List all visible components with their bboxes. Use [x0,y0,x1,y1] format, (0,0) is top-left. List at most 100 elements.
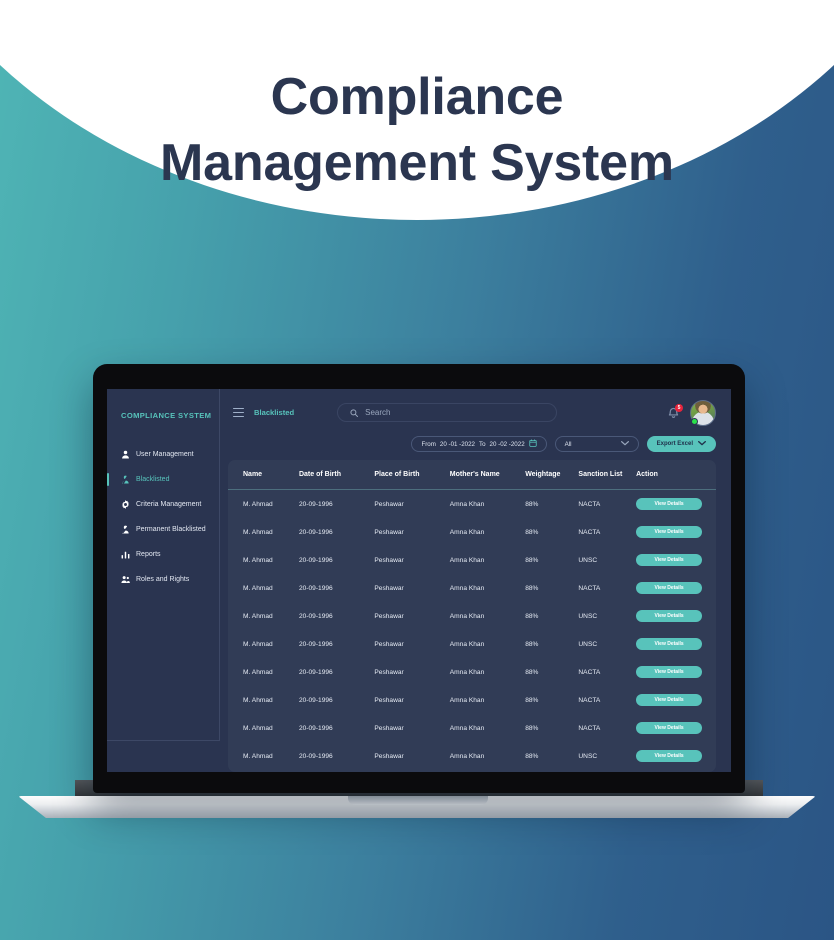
cell-mothers-name: Amna Khan [449,556,485,564]
cell-weightage: 88% [525,696,539,704]
column-header-sanction-list: Sanction List [578,460,637,491]
cell-name: M. Ahmad [243,612,273,620]
table-header-row: Name Date of Birth Place of Birth Mother… [228,460,716,491]
cell-sanction-list: NACTA [578,500,601,508]
sidebar-item-permanent-blacklisted[interactable]: Permanent Blacklisted [107,519,219,540]
cell-date-of-birth: 20-09-1996 [298,612,333,620]
table-row: M. Ahmad 20-09-1996 Peshawar Amna Khan 88% UN… [228,742,716,770]
blacklist-table-card: Name Date of Birth Place of Birth Mother… [228,460,716,772]
table-row: M. Ahmad 20-09-1996 Peshawar Amna Khan 88% UN… [228,602,716,630]
view-details-button[interactable]: View Details [636,610,703,623]
column-header-date-of-birth: Date of Birth [298,460,375,491]
user-permanent-icon [121,525,130,534]
cell-mothers-name: Amna Khan [449,584,485,592]
sidebar-item-user-management[interactable]: User Management [107,444,219,465]
cell-weightage: 88% [525,556,539,564]
notifications-button[interactable]: 5 [667,403,683,420]
filter-bar: From 20 -01 -2022 To 20 -02 -2022 All Ex… [220,436,731,460]
application-window: COMPLIANCE SYSTEM User Management Blackl… [107,389,731,772]
search-input[interactable]: Search [337,403,558,423]
cell-place-of-birth: Peshawar [374,584,404,592]
sidebar-item-label: Permanent Blacklisted [136,526,206,533]
column-header-action: Action [636,460,716,491]
export-excel-button[interactable]: Export Excel [646,436,716,453]
cell-weightage: 88% [525,500,539,508]
cell-weightage: 88% [525,724,539,732]
cell-date-of-birth: 20-09-1996 [298,500,333,508]
cell-name: M. Ahmad [243,584,273,592]
laptop-screen: COMPLIANCE SYSTEM User Management Blackl… [107,389,731,772]
blacklist-table: Name Date of Birth Place of Birth Mother… [228,460,716,770]
column-header-mothers-name: Mother's Name [449,460,526,491]
date-range-picker[interactable]: From 20 -01 -2022 To 20 -02 -2022 [411,436,547,453]
avatar[interactable] [690,399,716,426]
cell-sanction-list: UNSC [578,640,598,648]
main-content: Blacklisted Search 5 From 20 -01 -2022 T… [220,389,731,772]
cell-action: View Details [636,714,716,742]
bar-chart-icon [121,550,130,559]
date-from-label: From [421,440,436,448]
sidebar-item-roles-and-rights[interactable]: Roles and Rights [107,569,219,590]
cell-sanction-list: UNSC [578,752,598,760]
view-details-button[interactable]: View Details [636,554,703,567]
view-details-button[interactable]: View Details [636,498,703,511]
cell-mothers-name: Amna Khan [449,612,485,620]
table-row: M. Ahmad 20-09-1996 Peshawar Amna Khan 88% NA… [228,574,716,602]
user-blacklist-icon [121,475,130,484]
table-row: M. Ahmad 20-09-1996 Peshawar Amna Khan 88% UN… [228,546,716,574]
view-details-button[interactable]: View Details [636,694,703,707]
export-excel-label: Export Excel [656,441,693,448]
chevron-down-icon [620,440,629,448]
cell-action: View Details [636,518,716,546]
cell-date-of-birth: 20-09-1996 [298,752,333,760]
sidebar-item-label: Roles and Rights [136,576,190,583]
table-row: M. Ahmad 20-09-1996 Peshawar Amna Khan 88% NA… [228,658,716,686]
laptop-body: COMPLIANCE SYSTEM User Management Blackl… [93,364,745,793]
cell-name: M. Ahmad [243,640,273,648]
view-details-button[interactable]: View Details [636,722,703,735]
laptop-notch [348,796,488,805]
table-row: M. Ahmad 20-09-1996 Peshawar Amna Khan 88% NA… [228,518,716,546]
cell-sanction-list: NACTA [578,528,601,536]
online-status-dot [691,417,698,425]
cell-date-of-birth: 20-09-1996 [298,528,333,536]
cell-place-of-birth: Peshawar [374,668,404,676]
cell-name: M. Ahmad [243,556,273,564]
hamburger-icon[interactable] [233,408,244,418]
cell-sanction-list: UNSC [578,556,598,564]
sidebar-item-blacklisted[interactable]: Blacklisted [107,469,219,490]
search-placeholder: Search [365,408,391,418]
view-details-button[interactable]: View Details [636,582,703,595]
sidebar-item-label: Reports [136,551,161,558]
cell-weightage: 88% [525,528,539,536]
notification-badge: 5 [675,403,683,412]
cell-name: M. Ahmad [243,528,273,536]
page-title: Blacklisted [254,408,295,418]
table-row: M. Ahmad 20-09-1996 Peshawar Amna Khan 88% NA… [228,490,716,519]
calendar-icon[interactable] [528,439,537,449]
sidebar-item-label: Criteria Management [136,501,202,508]
table-row: M. Ahmad 20-09-1996 Peshawar Amna Khan 88% NA… [228,686,716,714]
cell-name: M. Ahmad [243,696,273,704]
table-body: M. Ahmad 20-09-1996 Peshawar Amna Khan 88% NA… [228,490,716,771]
sidebar-item-criteria-management[interactable]: Criteria Management [107,494,219,515]
cell-date-of-birth: 20-09-1996 [298,556,333,564]
cell-weightage: 88% [525,640,539,648]
gear-icon [121,500,130,509]
cell-mothers-name: Amna Khan [449,500,485,508]
view-details-button[interactable]: View Details [636,526,703,539]
chevron-down-icon [698,440,706,448]
cell-place-of-birth: Peshawar [374,528,404,536]
cell-place-of-birth: Peshawar [374,696,404,704]
view-details-button[interactable]: View Details [636,750,703,763]
laptop-mockup: COMPLIANCE SYSTEM User Management Blackl… [0,0,834,940]
cell-mothers-name: Amna Khan [449,696,485,704]
view-details-button[interactable]: View Details [636,638,703,651]
sidebar-item-reports[interactable]: Reports [107,544,219,565]
cell-action: View Details [636,546,716,574]
view-details-button[interactable]: View Details [636,666,703,679]
cell-mothers-name: Amna Khan [449,752,485,760]
status-filter-select[interactable]: All [554,436,639,453]
cell-name: M. Ahmad [243,668,273,676]
date-from-value: 20 -01 -2022 [439,440,475,448]
